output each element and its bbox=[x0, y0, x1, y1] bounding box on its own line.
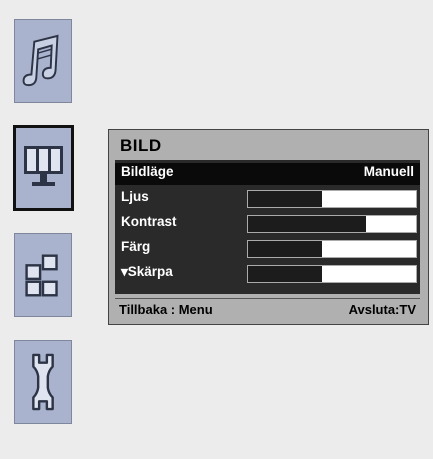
slider-fill bbox=[248, 191, 322, 207]
sidebar-item-features[interactable] bbox=[14, 233, 72, 317]
slider-fill bbox=[248, 216, 366, 232]
row-label: Kontrast bbox=[121, 214, 177, 229]
picture-menu-panel: BILD Bildläge Manuell Ljus Kontrast Färg… bbox=[108, 129, 429, 325]
sidebar-item-picture[interactable] bbox=[13, 125, 74, 211]
squares-icon bbox=[25, 254, 58, 297]
monitor-icon bbox=[24, 146, 63, 186]
row-label: Bildläge bbox=[121, 164, 174, 179]
row-label: ▾Skärpa bbox=[121, 264, 173, 279]
sharpness-slider[interactable] bbox=[247, 265, 417, 283]
settings-list: Bildläge Manuell Ljus Kontrast Färg ▾Skä… bbox=[115, 160, 420, 294]
slider-fill bbox=[248, 266, 322, 282]
slider-fill bbox=[248, 241, 322, 257]
row-value: Manuell bbox=[363, 164, 414, 179]
row-label: Färg bbox=[121, 239, 151, 254]
sidebar-item-setup[interactable] bbox=[14, 340, 72, 424]
menu-frame: BILD Bildläge Manuell Ljus Kontrast Färg… bbox=[4, 4, 429, 455]
back-hint: Tillbaka : Menu bbox=[119, 302, 213, 317]
panel-footer: Tillbaka : Menu Avsluta:TV bbox=[115, 298, 420, 317]
row-label: Ljus bbox=[121, 189, 149, 204]
color-slider[interactable] bbox=[247, 240, 417, 258]
brightness-slider[interactable] bbox=[247, 190, 417, 208]
exit-hint: Avsluta:TV bbox=[348, 302, 416, 317]
music-note-icon bbox=[22, 34, 59, 87]
row-brightness[interactable]: Ljus bbox=[115, 188, 420, 210]
wrench-icon bbox=[32, 353, 54, 411]
panel-title: BILD bbox=[120, 136, 162, 155]
sidebar-item-sound[interactable] bbox=[14, 19, 72, 103]
screen: BILD Bildläge Manuell Ljus Kontrast Färg… bbox=[0, 0, 433, 459]
contrast-slider[interactable] bbox=[247, 215, 417, 233]
row-color[interactable]: Färg bbox=[115, 238, 420, 260]
row-sharpness[interactable]: ▾Skärpa bbox=[115, 263, 420, 285]
row-picture-mode[interactable]: Bildläge Manuell bbox=[115, 163, 420, 185]
row-contrast[interactable]: Kontrast bbox=[115, 213, 420, 235]
